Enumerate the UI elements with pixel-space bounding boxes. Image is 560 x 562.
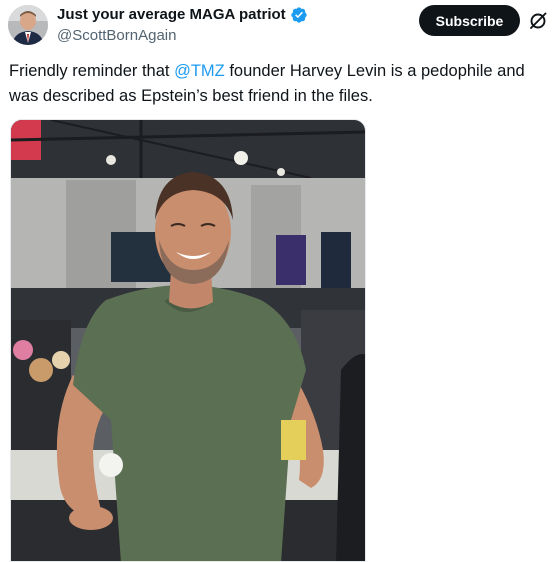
avatar[interactable] — [8, 5, 48, 45]
tweet-text-before: Friendly reminder that — [9, 62, 175, 80]
subscribe-button[interactable]: Subscribe — [419, 5, 520, 36]
grok-icon[interactable] — [528, 11, 548, 31]
author-display-name[interactable]: Just your average MAGA patriot — [57, 5, 286, 24]
photo-illustration — [11, 120, 365, 561]
mention-link[interactable]: @TMZ — [174, 62, 225, 80]
tweet-text: Friendly reminder that @TMZ founder Harv… — [9, 59, 557, 109]
author-handle[interactable]: @ScottBornAgain — [57, 27, 176, 45]
tweet: Just your average MAGA patriot @ScottBor… — [0, 0, 560, 562]
verified-badge-icon[interactable] — [290, 6, 308, 24]
author-name-row[interactable]: Just your average MAGA patriot — [57, 5, 308, 24]
tweet-photo[interactable] — [10, 119, 366, 562]
